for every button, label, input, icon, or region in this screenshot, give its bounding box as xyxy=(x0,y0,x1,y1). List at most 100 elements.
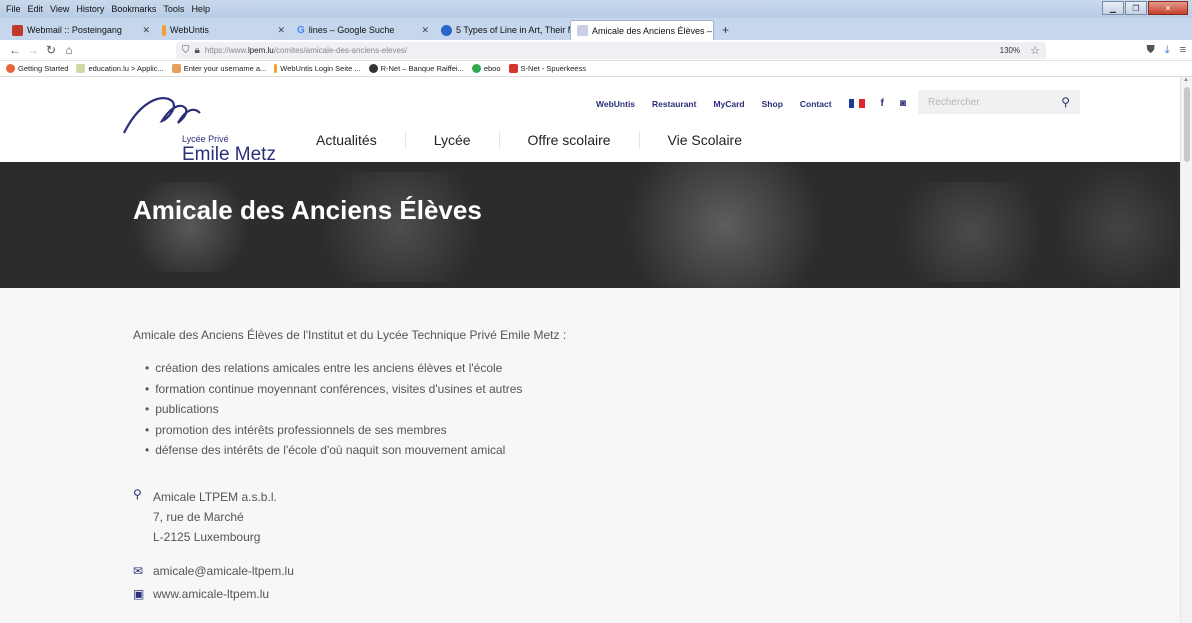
bookmark-education[interactable]: education.lu > Applic... xyxy=(76,64,164,73)
tab-bar: Webmail :: Posteingang ✕ WebUntis ✕ G li… xyxy=(0,18,1192,40)
bookmark-webuntis[interactable]: WebUntis Login Seite ... xyxy=(274,64,361,73)
site-favicon-icon xyxy=(441,24,452,36)
back-arrow-icon[interactable]: ← xyxy=(6,43,24,57)
list-item: publications xyxy=(145,399,1192,420)
menu-bookmarks[interactable]: Bookmarks xyxy=(111,4,156,14)
bookmark-getting-started[interactable]: Getting Started xyxy=(6,64,68,73)
bookmarks-bar: Getting Started education.lu > Applic...… xyxy=(0,61,1192,77)
tab-webuntis[interactable]: WebUntis ✕ xyxy=(156,20,291,40)
website-link[interactable]: www.amicale-ltpem.lu xyxy=(153,584,269,604)
reload-icon[interactable]: ↻ xyxy=(42,43,60,57)
tab-title: WebUntis xyxy=(170,25,209,35)
email-row: ✉ amicale@amicale-ltpem.lu xyxy=(133,561,1192,581)
url-bar[interactable]: ⛉ 🔒︎ https://www. lpem.lu/comites/amicale… xyxy=(176,41,1046,59)
bookmark-star-icon[interactable]: ☆ xyxy=(1030,44,1040,57)
tab-title: 5 Types of Line in Art, Their Me xyxy=(456,25,570,35)
facebook-icon[interactable]: f xyxy=(881,98,884,109)
tracking-shield-icon[interactable]: ⛉ xyxy=(182,45,190,56)
forward-arrow-icon[interactable]: → xyxy=(24,43,42,57)
scrollbar-thumb[interactable] xyxy=(1184,87,1190,162)
page-title: Amicale des Anciens Élèves xyxy=(133,195,482,225)
close-tab-icon[interactable]: ✕ xyxy=(271,25,285,36)
logo-line1: Lycée Privé xyxy=(182,134,229,144)
link-shop[interactable]: Shop xyxy=(762,99,783,109)
school-logo[interactable]: Lycée Privé Emile Metz xyxy=(122,91,297,165)
new-tab-button[interactable]: + xyxy=(714,20,737,40)
main-navigation: Actualités Lycée Offre scolaire Vie Scol… xyxy=(316,132,770,148)
bookmark-label: Getting Started xyxy=(18,64,69,73)
bookmark-label: S-Net - Spuerkeess xyxy=(520,64,586,73)
list-item: création des relations amicales entre le… xyxy=(145,358,1192,379)
tab-google[interactable]: G lines – Google Suche ✕ xyxy=(291,20,435,40)
search-icon[interactable]: ⚲ xyxy=(1061,95,1070,109)
tab-amicale[interactable]: Amicale des Anciens Élèves – L ✕ xyxy=(570,20,714,40)
toolbar-right: ⛊ ⤓ ≡ xyxy=(1146,44,1186,57)
bookmark-username[interactable]: Enter your username a... xyxy=(171,64,267,73)
menu-help[interactable]: Help xyxy=(191,4,210,14)
navigation-bar: ← → ↻ ⌂ ⛉ 🔒︎ https://www. lpem.lu/comites… xyxy=(0,40,1192,61)
tab-types-of-line[interactable]: 5 Types of Line in Art, Their Me ✕ xyxy=(435,20,570,40)
email-link[interactable]: amicale@amicale-ltpem.lu xyxy=(153,561,294,581)
zoom-level[interactable]: 130% xyxy=(1000,46,1020,55)
menu-edit[interactable]: Edit xyxy=(28,4,44,14)
site-icon xyxy=(171,64,181,73)
page-scrollbar[interactable]: ▲ xyxy=(1180,77,1192,623)
bookmark-rnet[interactable]: R-Net – Banque Raiffei... xyxy=(368,64,464,73)
location-pin-icon: ⚲ xyxy=(133,486,142,501)
menu-file[interactable]: File xyxy=(6,4,21,14)
close-window-button[interactable]: ✕ xyxy=(1148,1,1188,15)
close-tab-icon[interactable]: ✕ xyxy=(136,25,150,36)
close-tab-icon[interactable]: ✕ xyxy=(415,25,429,36)
website-row: ▣ www.amicale-ltpem.lu xyxy=(133,584,1192,604)
bookmark-eboo[interactable]: eboo xyxy=(471,64,501,73)
firefox-icon xyxy=(6,64,15,73)
tab-title: Amicale des Anciens Élèves – L xyxy=(592,25,714,36)
tab-webmail[interactable]: Webmail :: Posteingang ✕ xyxy=(6,20,156,40)
hero-banner: Amicale des Anciens Élèves xyxy=(0,162,1192,288)
lock-icon[interactable]: 🔒︎ xyxy=(195,45,200,56)
list-item: défense des intérêts de l'école d'où naq… xyxy=(145,440,1192,461)
webuntis-icon xyxy=(274,64,278,73)
menu-history[interactable]: History xyxy=(76,4,104,14)
webuntis-favicon-icon xyxy=(162,24,166,36)
bookmark-label: WebUntis Login Seite ... xyxy=(280,64,361,73)
link-webuntis[interactable]: WebUntis xyxy=(596,99,635,109)
bookmark-label: education.lu > Applic... xyxy=(88,64,164,73)
raiffeisen-icon xyxy=(368,64,378,73)
minimize-button[interactable]: ▁ xyxy=(1102,1,1124,15)
link-contact[interactable]: Contact xyxy=(800,99,832,109)
nav-lycee[interactable]: Lycée xyxy=(406,132,500,148)
list-item: formation continue moyennant conférences… xyxy=(145,379,1192,400)
menu-bar: File Edit View History Bookmarks Tools H… xyxy=(0,0,1192,18)
menu-view[interactable]: View xyxy=(50,4,69,14)
download-icon[interactable]: ⤓ xyxy=(1165,44,1170,57)
lpem-favicon-icon xyxy=(577,25,588,36)
tab-title: lines – Google Suche xyxy=(308,25,395,35)
hamburger-menu-icon[interactable]: ≡ xyxy=(1180,44,1186,57)
search-input[interactable]: Rechercher xyxy=(928,97,980,108)
nav-actualites[interactable]: Actualités xyxy=(316,132,406,148)
url-path: /comites/amicale-des-anciens-eleves/ xyxy=(273,45,408,55)
nav-offre-scolaire[interactable]: Offre scolaire xyxy=(500,132,640,148)
web-page: Lycée Privé Emile Metz Actualités Lycée … xyxy=(0,77,1192,623)
link-restaurant[interactable]: Restaurant xyxy=(652,99,696,109)
bookmark-snet[interactable]: S-Net - Spuerkeess xyxy=(508,64,586,73)
purpose-list: création des relations amicales entre le… xyxy=(133,358,1192,461)
eboo-icon xyxy=(471,64,481,73)
link-mycard[interactable]: MyCard xyxy=(713,99,744,109)
scroll-up-icon[interactable]: ▲ xyxy=(1183,77,1189,83)
tab-title: Webmail :: Posteingang xyxy=(27,25,122,35)
bookmark-label: Enter your username a... xyxy=(183,64,267,73)
main-content: Amicale des Anciens Élèves de l'Institut… xyxy=(0,288,1192,623)
bookmark-label: eboo xyxy=(483,64,501,73)
french-flag-icon[interactable] xyxy=(848,99,865,108)
home-icon[interactable]: ⌂ xyxy=(60,43,78,57)
url-prefix: https://www. xyxy=(204,45,248,55)
search-box[interactable]: Rechercher ⚲ xyxy=(918,90,1080,114)
instagram-icon[interactable]: ◙ xyxy=(900,98,906,109)
menu-tools[interactable]: Tools xyxy=(163,4,184,14)
nav-vie-scolaire[interactable]: Vie Scolaire xyxy=(640,132,770,148)
pocket-icon[interactable]: ⛊ xyxy=(1146,44,1154,57)
maximize-button[interactable]: ❐ xyxy=(1125,1,1147,15)
monitor-icon: ▣ xyxy=(133,586,145,601)
